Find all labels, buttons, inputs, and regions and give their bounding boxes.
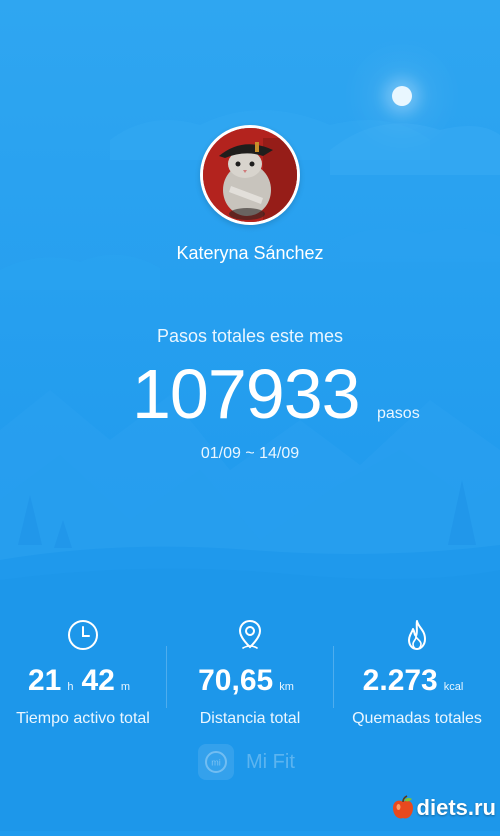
active-time-label: Tiempo activo total xyxy=(16,710,150,727)
distance-stat: 70,65 km Distancia total xyxy=(167,618,333,728)
avatar-image xyxy=(203,128,297,222)
total-steps-value: 107933 xyxy=(132,355,361,433)
watermark-text: diets.ru xyxy=(416,795,496,820)
mi-logo-text: mi xyxy=(211,758,221,768)
active-time-stat: 21 h 42 m Tiempo activo total xyxy=(0,618,166,728)
user-name: Kateryna Sánchez xyxy=(176,243,324,263)
calories-stat: 2.273 kcal Quemadas totales xyxy=(334,618,500,728)
distance-value: 70,65 km xyxy=(167,664,333,700)
mi-fit-brand: mi Mi Fit xyxy=(198,743,295,781)
active-hours-value: 21 xyxy=(27,664,62,697)
calories-number: 2.273 xyxy=(362,664,438,697)
active-minutes-value: 42 xyxy=(81,664,115,697)
calories-unit: kcal xyxy=(443,681,464,693)
watermark: diets.ru xyxy=(389,794,496,822)
avatar[interactable] xyxy=(200,125,300,225)
calories-label: Quemadas totales xyxy=(352,710,482,727)
hours-unit: h xyxy=(67,681,74,693)
mi-fit-name: Mi Fit xyxy=(246,750,295,773)
clock-icon xyxy=(68,620,98,650)
monthly-steps-title: Pasos totales este mes xyxy=(156,326,344,346)
mi-fit-logo-icon: mi xyxy=(198,744,234,780)
calories-value: 2.273 kcal xyxy=(334,664,500,700)
distance-unit: km xyxy=(279,681,294,693)
active-time-value: 21 h 42 m xyxy=(0,664,166,700)
sun-icon xyxy=(392,86,412,106)
date-range: 01/09 ~ 14/09 xyxy=(200,445,300,462)
location-pin-icon xyxy=(238,619,262,649)
minutes-unit: m xyxy=(120,681,131,693)
flame-icon xyxy=(408,620,426,650)
distance-label: Distancia total xyxy=(199,710,301,727)
steps-unit: pasos xyxy=(377,405,420,422)
distance-number: 70,65 xyxy=(198,664,274,697)
apple-icon xyxy=(392,795,413,819)
